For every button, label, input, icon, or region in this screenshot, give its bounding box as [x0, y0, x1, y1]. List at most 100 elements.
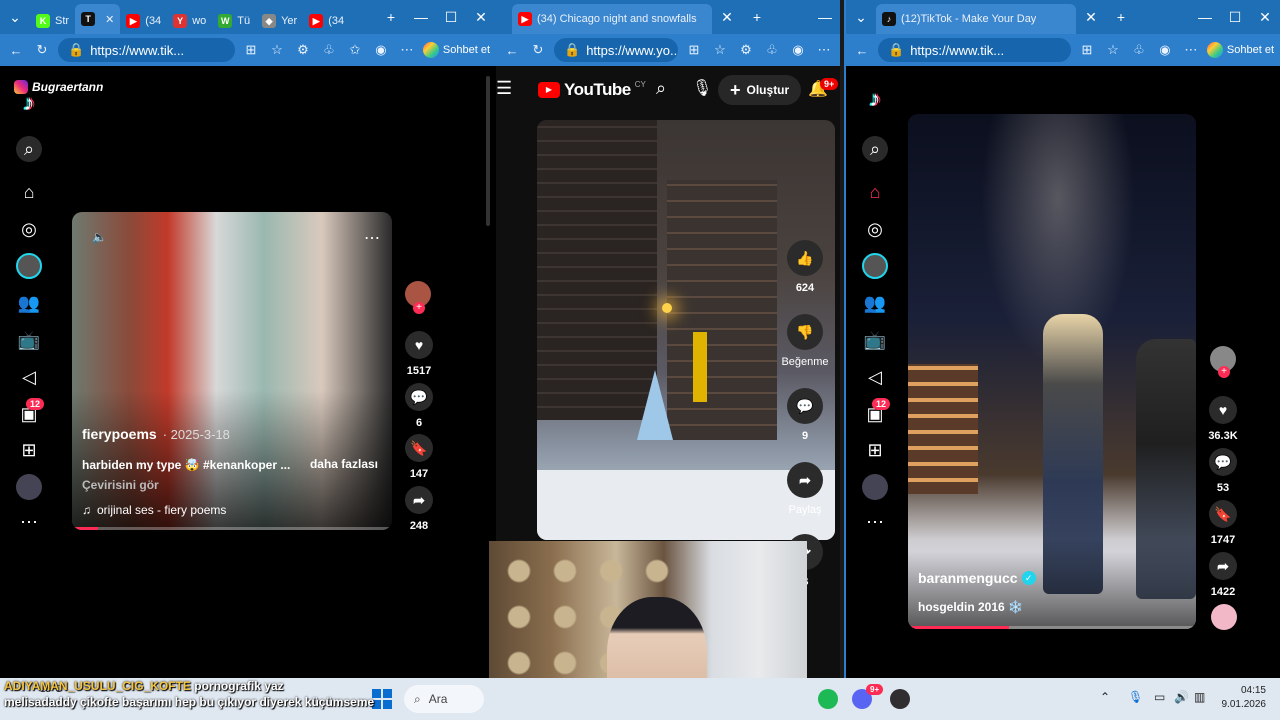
tab-item[interactable]: Ywo [167, 8, 212, 34]
tray-expand-icon[interactable]: ⌃ [1100, 690, 1110, 704]
create-button[interactable]: + Oluştur [718, 75, 802, 105]
live-icon[interactable]: 📺 [16, 327, 42, 353]
video-progress[interactable] [72, 527, 392, 530]
back-icon[interactable]: ← [502, 43, 522, 58]
explore-icon[interactable]: ◎ [16, 216, 42, 242]
tiktok-logo-icon[interactable]: ♪ [862, 86, 888, 112]
split-icon[interactable]: ⊞ [1077, 42, 1097, 58]
extensions-icon[interactable]: ⚙ [736, 42, 756, 58]
refresh-icon[interactable]: ↻ [528, 42, 548, 58]
home-icon[interactable]: ⌂ [16, 179, 42, 205]
page-scrollbar[interactable] [486, 76, 490, 226]
profile-avatar-icon[interactable] [862, 253, 888, 279]
copilot-button[interactable]: Sohbet et [1206, 42, 1274, 58]
music-disc-icon[interactable] [1211, 604, 1237, 630]
url-field[interactable]: 🔒 https://www.yo... [554, 38, 678, 62]
live-icon[interactable]: 📺 [862, 327, 888, 353]
tab-youtube[interactable]: ▶ (34) Chicago night and snowfalls [512, 4, 712, 34]
maximize-icon[interactable]: ☐ [1220, 9, 1250, 26]
tab-item[interactable]: W Tü [212, 8, 256, 34]
tiktok-logo-icon[interactable]: ♪ [16, 90, 42, 116]
save-action[interactable]: 🔖 147 [394, 434, 444, 480]
collections-icon[interactable]: ♧ [1129, 42, 1149, 58]
copilot-button[interactable]: Sohbet et [422, 42, 490, 58]
url-field[interactable]: 🔒 https://www.tik... [878, 38, 1071, 62]
more-icon[interactable]: ⋯ [397, 42, 417, 58]
tab-close-icon[interactable]: ✕ [1076, 9, 1106, 26]
user-avatar-icon[interactable] [862, 474, 888, 500]
video-author[interactable]: fierypoems [82, 426, 157, 442]
minimize-icon[interactable]: — [810, 9, 840, 25]
minimize-icon[interactable]: — [1190, 9, 1220, 25]
share-action[interactable]: ➦ 1422 [1198, 552, 1248, 598]
music-title[interactable]: orijinal ses - fiery poems [97, 503, 226, 517]
favorite-icon[interactable]: ☆ [710, 42, 730, 58]
comment-action[interactable]: 💬 6 [394, 383, 444, 429]
tab-item[interactable]: ▶ (34 [303, 8, 350, 34]
video-player[interactable]: 🔈 ⋯ fierypoems · 2025-3-18 harbiden my t… [72, 212, 392, 530]
search-icon[interactable]: ⌕ [656, 78, 666, 99]
hamburger-menu-icon[interactable]: ☰ [496, 78, 512, 99]
like-action[interactable]: ♥ 36.3K [1198, 396, 1248, 442]
tab-item[interactable]: ◆ Yer [256, 8, 303, 34]
more-icon[interactable]: ⋯ [1181, 42, 1201, 58]
search-icon[interactable]: ⌕ [16, 136, 42, 162]
obs-icon[interactable] [890, 689, 910, 709]
tab-item[interactable]: T ✕ [75, 4, 121, 34]
volume-icon[interactable]: 🔊 [1174, 690, 1189, 704]
follow-plus-icon[interactable]: + [1218, 366, 1230, 378]
profile-icon[interactable]: ◉ [788, 42, 808, 58]
minimize-icon[interactable]: — [406, 9, 436, 25]
clock[interactable]: 04:15 9.01.2026 [1208, 684, 1267, 712]
share-action[interactable]: ➦ 248 [394, 486, 444, 532]
following-icon[interactable]: 👥 [862, 290, 888, 316]
video-player[interactable]: baranmengucc ✓ hosgeldin 2016 ❄️ [908, 114, 1196, 629]
like-action[interactable]: ♥ 1517 [394, 331, 444, 377]
microphone-icon[interactable]: 🎙 [692, 78, 712, 98]
display-tray-icon[interactable]: ▭ [1154, 690, 1165, 704]
tab-menu-icon[interactable]: ⌄ [846, 9, 876, 26]
close-icon[interactable]: ✕ [1250, 9, 1280, 26]
back-icon[interactable]: ← [852, 43, 872, 58]
split-icon[interactable]: ⊞ [241, 42, 261, 58]
like-action[interactable]: 👍 624 [780, 240, 830, 294]
favorites-bar-icon[interactable]: ✩ [345, 42, 365, 58]
save-action[interactable]: 🔖 1747 [1198, 500, 1248, 546]
back-icon[interactable]: ← [6, 43, 26, 58]
battery-icon[interactable]: ▥ [1194, 690, 1205, 704]
upload-icon[interactable]: ⊞ [16, 437, 42, 463]
profile-icon[interactable]: ◉ [371, 42, 391, 58]
comment-action[interactable]: 💬 9 [780, 388, 830, 442]
share-action[interactable]: ➦ Paylaş [780, 462, 830, 516]
search-icon[interactable]: ⌕ [862, 136, 888, 162]
user-avatar-icon[interactable] [16, 474, 42, 500]
favorite-icon[interactable]: ☆ [267, 42, 287, 58]
profile-avatar-icon[interactable] [16, 253, 42, 279]
collections-icon[interactable]: ♧ [319, 42, 339, 58]
follow-plus-icon[interactable]: + [413, 302, 425, 314]
new-tab-icon[interactable]: + [742, 9, 772, 25]
collections-icon[interactable]: ♧ [762, 42, 782, 58]
new-tab-icon[interactable]: + [376, 9, 406, 25]
profile-icon[interactable]: ◉ [1155, 42, 1175, 58]
mute-icon[interactable]: 🔈 [92, 230, 107, 244]
home-icon[interactable]: ⌂ [862, 179, 888, 205]
more-link[interactable]: daha fazlası [310, 457, 378, 471]
video-progress[interactable] [908, 626, 1196, 629]
more-menu-icon[interactable]: ⋯ [16, 509, 42, 535]
following-icon[interactable]: 👥 [16, 290, 42, 316]
youtube-logo[interactable]: ▶ YouTube CY [538, 80, 646, 100]
tab-item[interactable]: K Str [30, 8, 75, 34]
comment-action[interactable]: 💬 53 [1198, 448, 1248, 494]
close-icon[interactable]: ✕ [466, 9, 496, 26]
new-tab-icon[interactable]: + [1106, 9, 1136, 25]
messages-icon[interactable]: ◁ [862, 364, 888, 390]
translate-link[interactable]: Çevirisini gör [82, 478, 159, 492]
favorite-icon[interactable]: ☆ [1103, 42, 1123, 58]
split-icon[interactable]: ⊞ [684, 42, 704, 58]
extensions-icon[interactable]: ⚙ [293, 42, 313, 58]
tab-menu-icon[interactable]: ⌄ [0, 9, 30, 26]
more-icon[interactable]: ⋯ [814, 42, 834, 58]
tab-item[interactable]: ▶ (34 [120, 8, 167, 34]
video-author[interactable]: baranmengucc [918, 570, 1018, 586]
